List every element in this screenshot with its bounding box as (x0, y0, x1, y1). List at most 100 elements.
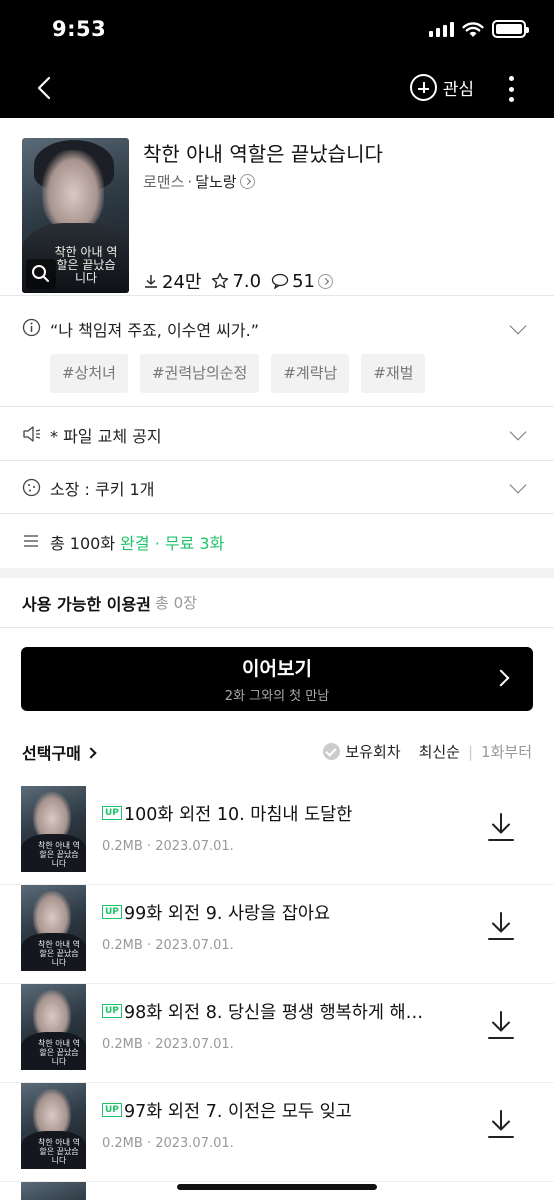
speaker-icon (23, 426, 41, 442)
rating-value: 7.0 (232, 270, 262, 292)
follow-button[interactable]: 관심 (409, 74, 474, 101)
up-badge: UP (102, 1103, 122, 1117)
tag-chip[interactable]: #계략남 (271, 354, 350, 393)
plus-circle-icon (409, 74, 437, 101)
coupon-label: 사용 가능한 이용권 (22, 595, 151, 614)
book-stats: 24만 7.0 51 (143, 268, 334, 294)
episode-thumbnail (21, 1182, 86, 1200)
status-bar: 9:53 (0, 0, 554, 60)
episode-list-header: 선택구매 보유회차 최신순 | 1화부터 (0, 738, 554, 768)
cover-title: 착한 아내 역할은 끝났습니다 (54, 245, 118, 285)
comments-count: 51 (292, 270, 316, 292)
download-icon[interactable] (486, 811, 516, 843)
book-cover[interactable]: 착한 아내 역할은 끝났습니다 (22, 138, 129, 293)
episode-meta: 0.2MB · 2023.07.01. (102, 938, 234, 953)
up-badge: UP (102, 1004, 122, 1018)
owned-filter[interactable]: 보유회차 (323, 741, 401, 762)
list-filters: 보유회차 최신순 | 1화부터 (323, 741, 532, 762)
sort-latest[interactable]: 최신순 (419, 741, 460, 762)
top-bar: 9:53 관심 (0, 0, 554, 118)
episode-meta: 0.2MB · 2023.07.01. (102, 839, 234, 854)
owned-filter-label: 보유회차 (345, 743, 401, 761)
downloads-count: 24만 (162, 272, 202, 293)
continue-episode: 2화 그와의 첫 만남 (224, 689, 330, 704)
episode-thumbnail: 착한 아내 역할은 끝났습니다 (21, 885, 86, 971)
check-circle-icon (323, 743, 341, 760)
more-options-icon[interactable] (508, 76, 514, 102)
cookie-icon (22, 478, 41, 497)
signal-icon (429, 21, 454, 37)
book-meta: 로맨스 · 달노랑 (143, 171, 255, 192)
download-icon[interactable] (486, 1108, 516, 1140)
follow-label: 관심 (442, 80, 474, 100)
total-row: 총 100화 완결 · 무료 3화 (0, 514, 554, 568)
chevron-right-icon (85, 747, 98, 759)
tag-chip[interactable]: #권력남의순정 (139, 354, 260, 393)
episode-row[interactable]: 착한 아내 역할은 끝났습니다 UP 99화 외전 9. 사랑을 잡아요 0.2MB … (0, 885, 554, 984)
nav-bar: 관심 (0, 60, 554, 118)
thumbnail-title: 착한 아내 역할은 끝났습니다 (38, 1138, 80, 1165)
coupon-row: 사용 가능한 이용권 총 0장 (0, 578, 554, 628)
coupon-count: 총 0장 (155, 594, 197, 612)
battery-icon (492, 20, 529, 38)
info-icon (22, 318, 41, 337)
sort-divider: | (467, 742, 474, 761)
up-badge: UP (102, 806, 122, 820)
notice-row[interactable]: * 파일 교체 공지 (0, 407, 554, 461)
episode-row[interactable]: 착한 아내 역할은 끝났습니다 UP 100화 외전 10. 마침내 도달한 0.2M… (0, 786, 554, 885)
thumbnail-title: 착한 아내 역할은 끝났습니다 (38, 1039, 80, 1066)
select-purchase-link[interactable]: 선택구매 (22, 740, 98, 764)
episode-row[interactable]: 착한 아내 역할은 끝났습니다 UP 97화 외전 7. 이전은 모두 잊고 0.2M… (0, 1083, 554, 1182)
chevron-down-icon[interactable] (509, 476, 527, 494)
chevron-down-icon[interactable] (509, 423, 527, 441)
episode-thumbnail: 착한 아내 역할은 끝났습니다 (21, 984, 86, 1070)
download-icon[interactable] (486, 910, 516, 942)
episode-thumbnail: 착한 아내 역할은 끝났습니다 (21, 1083, 86, 1169)
zoom-search-icon[interactable] (26, 259, 56, 289)
episode-row[interactable]: 착한 아내 역할은 끝났습니다 UP 98화 외전 8. 당신을 평생 행복하게 해… (0, 984, 554, 1083)
tag-list: #상처녀 #권력남의순정 #계략남 #재벌 (50, 354, 426, 393)
episode-thumbnail: 착한 아내 역할은 끝났습니다 (21, 786, 86, 872)
notice-text: * 파일 교체 공지 (50, 427, 162, 446)
comments-stat[interactable]: 51 (271, 270, 334, 292)
wifi-icon (462, 21, 484, 37)
episode-title: 97화 외전 7. 이전은 모두 잊고 (124, 1102, 352, 1122)
chevron-circle-icon (318, 273, 334, 289)
chevron-down-icon[interactable] (509, 317, 527, 335)
owned-row[interactable]: 소장 : 쿠키 1개 (0, 461, 554, 514)
comment-icon (271, 273, 289, 289)
owned-text: 소장 : 쿠키 1개 (50, 480, 155, 499)
meta-separator: · (187, 172, 193, 191)
status-icons (429, 20, 529, 38)
author-link[interactable]: 달노랑 (195, 171, 236, 192)
episode-title: 98화 외전 8. 당신을 평생 행복하게 해… (124, 1003, 424, 1023)
total-episodes: 총 100화 완결 · 무료 3화 (50, 530, 224, 554)
continue-reading-button[interactable]: 이어보기 2화 그와의 첫 만남 (21, 647, 533, 711)
genre: 로맨스 (143, 173, 185, 191)
episode-meta: 0.2MB · 2023.07.01. (102, 1037, 234, 1052)
rating-stat: 7.0 (211, 271, 261, 292)
downloads-stat: 24만 (143, 268, 201, 294)
star-icon (212, 272, 229, 289)
select-purchase-label: 선택구매 (22, 744, 81, 763)
download-icon (145, 275, 157, 288)
episode-title: 100화 외전 10. 마침내 도달한 (124, 805, 353, 825)
back-arrow-icon[interactable] (30, 73, 60, 103)
episode-meta: 0.2MB · 2023.07.01. (102, 1136, 234, 1151)
tag-chip[interactable]: #상처녀 (50, 354, 128, 393)
list-icon (24, 535, 38, 547)
chevron-circle-icon[interactable] (239, 174, 255, 189)
continue-label: 이어보기 (242, 658, 312, 680)
total-count: 총 100화 (50, 534, 116, 553)
thumbnail-title: 착한 아내 역할은 끝났습니다 (38, 841, 80, 868)
completion-status: 완결 · 무료 3화 (120, 534, 225, 553)
book-title: 착한 아내 역할은 끝났습니다 (143, 142, 383, 166)
download-icon[interactable] (486, 1009, 516, 1041)
home-indicator (177, 1184, 377, 1190)
synopsis-quote: “나 책임져 주죠, 이수연 씨가.” (50, 321, 260, 340)
episode-title: 99화 외전 9. 사랑을 잡아요 (124, 904, 331, 924)
sort-first[interactable]: 1화부터 (481, 741, 532, 762)
section-divider (0, 568, 554, 578)
thumbnail-title: 착한 아내 역할은 끝났습니다 (38, 940, 80, 967)
tag-chip[interactable]: #재벌 (361, 354, 426, 393)
